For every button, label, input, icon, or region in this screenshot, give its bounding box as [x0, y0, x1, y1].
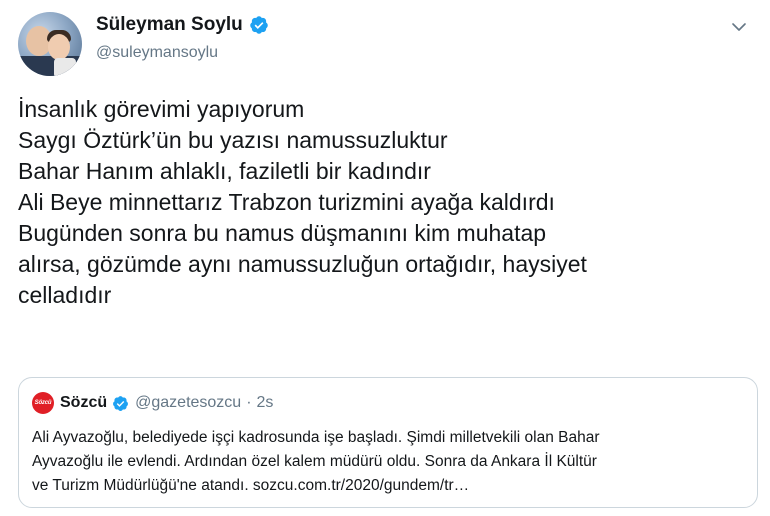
tweet-text: İnsanlık görevimi yapıyorum Saygı Öztürk… — [18, 94, 758, 311]
separator-dot: · — [246, 394, 252, 411]
avatar-shirt — [54, 58, 76, 76]
verified-badge-icon — [113, 395, 129, 411]
quoted-timestamp: 2s — [256, 394, 274, 411]
avatar-face-child — [48, 34, 70, 60]
tweet-line: Saygı Öztürk’ün bu yazısı namussuzluktur — [18, 127, 448, 153]
sozcu-logo: Sözcü — [32, 392, 54, 414]
author-display-name[interactable]: Süleyman Soylu — [96, 14, 243, 36]
tweet-line: Ali Beye minnettarız Trabzon turizmini a… — [18, 189, 555, 215]
verified-badge-icon — [250, 16, 268, 34]
author-handle[interactable]: @suleymansoylu — [96, 44, 218, 62]
quoted-line: Ali Ayvazoğlu, belediyede işçi kadrosund… — [32, 429, 600, 446]
chevron-down-icon[interactable] — [730, 18, 748, 36]
quoted-line: ve Turizm Müdürlüğü'ne atandı. sozcu.com… — [32, 477, 470, 494]
quoted-handle: @gazetesozcu — [135, 394, 242, 411]
avatar[interactable] — [18, 12, 82, 76]
tweet-line: Bahar Hanım ahlaklı, faziletli bir kadın… — [18, 158, 431, 184]
tweet-line: celladıdır — [18, 282, 112, 308]
tweet-line: Bugünden sonra bu namus düşmanını kim mu… — [18, 220, 547, 246]
quoted-tweet[interactable]: Sözcü Sözcü @gazetesozcu · 2s Ali Ayvazo… — [18, 377, 758, 508]
quoted-tweet-header: Sözcü Sözcü @gazetesozcu · 2s — [32, 392, 273, 414]
quoted-line: Ayvazoğlu ile evlendi. Ardından özel kal… — [32, 453, 597, 470]
tweet-card: Süleyman Soylu @suleymansoylu İnsanlık g… — [0, 0, 770, 516]
tweet-line: İnsanlık görevimi yapıyorum — [18, 96, 305, 122]
quoted-tweet-text: Ali Ayvazoğlu, belediyede işçi kadrosund… — [32, 426, 744, 498]
author-name-row: Süleyman Soylu — [96, 14, 269, 36]
quoted-display-name: Sözcü — [60, 394, 108, 411]
tweet-line: alırsa, gözümde aynı namussuzluğun ortağ… — [18, 251, 587, 277]
tweet-header: Süleyman Soylu @suleymansoylu — [18, 6, 758, 76]
